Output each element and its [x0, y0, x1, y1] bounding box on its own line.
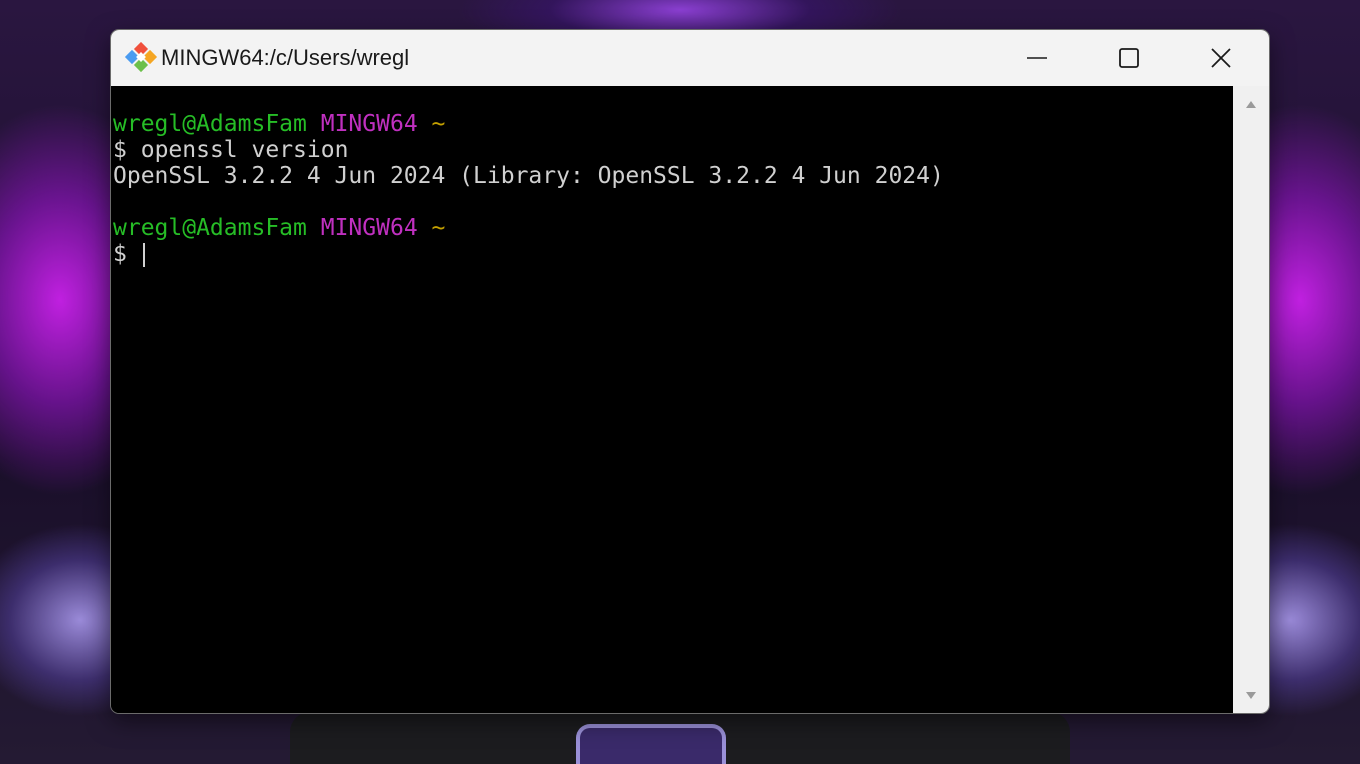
terminal-output[interactable]: wregl@AdamsFam MINGW64 ~ $ openssl versi…: [111, 86, 1233, 713]
title-bar[interactable]: MINGW64:/c/Users/wregl: [111, 30, 1269, 86]
minimize-icon: [1027, 57, 1047, 59]
text-cursor: [142, 242, 145, 267]
command-line: $ openssl version: [111, 137, 1233, 163]
maximize-button[interactable]: [1083, 30, 1175, 86]
git-bash-icon: [124, 42, 158, 73]
prompt-user: wregl@AdamsFam: [113, 215, 307, 241]
prompt-path: ~: [431, 111, 446, 137]
vertical-scrollbar[interactable]: [1233, 86, 1269, 713]
prompt-line: wregl@AdamsFam MINGW64 ~: [111, 111, 1233, 137]
background-logo-shape: [576, 724, 726, 764]
command-line: $: [111, 241, 1233, 267]
close-icon: [1211, 48, 1231, 68]
scroll-up-arrow-icon[interactable]: [1246, 101, 1256, 108]
window-title: MINGW64:/c/Users/wregl: [161, 45, 410, 70]
terminal-window: MINGW64:/c/Users/wregl wregl@AdamsFam MI…: [111, 30, 1269, 713]
maximize-icon: [1119, 48, 1139, 68]
minimize-button[interactable]: [991, 30, 1083, 86]
output-line: OpenSSL 3.2.2 4 Jun 2024 (Library: OpenS…: [111, 163, 1233, 189]
command-output: OpenSSL 3.2.2 4 Jun 2024 (Library: OpenS…: [113, 163, 944, 189]
prompt-host: MINGW64: [320, 215, 418, 241]
prompt-symbol: $: [113, 137, 127, 163]
command-text: openssl version: [140, 137, 349, 163]
prompt-line: wregl@AdamsFam MINGW64 ~: [111, 215, 1233, 241]
prompt-user: wregl@AdamsFam: [113, 111, 307, 137]
prompt-symbol: $: [113, 241, 127, 267]
close-button[interactable]: [1175, 30, 1267, 86]
scroll-down-arrow-icon[interactable]: [1246, 692, 1256, 699]
prompt-path: ~: [431, 215, 446, 241]
prompt-host: MINGW64: [320, 111, 418, 137]
